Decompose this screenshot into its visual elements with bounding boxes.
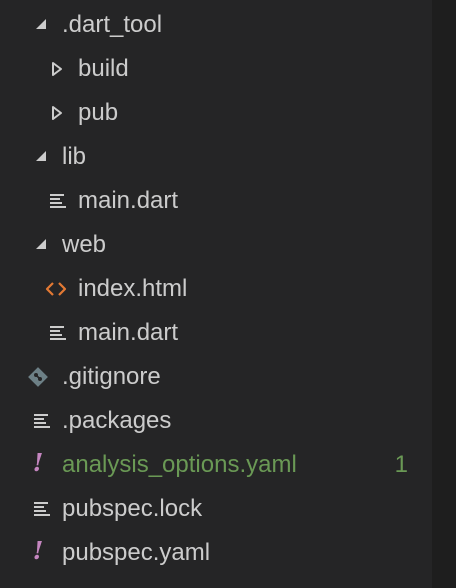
- tree-item-gitignore[interactable]: .gitignore: [0, 355, 432, 399]
- editor-gutter: [432, 0, 456, 588]
- tree-item-label: pubspec.yaml: [62, 539, 211, 566]
- tree-item-pubspec-lock[interactable]: pubspec.lock: [0, 487, 432, 531]
- tree-item-label: index.html: [78, 275, 188, 302]
- tree-item-label: .gitignore: [62, 363, 161, 390]
- tree-item-label: build: [78, 55, 129, 82]
- exclamation-icon: !: [32, 536, 44, 565]
- tree-item-pub-folder[interactable]: pub: [0, 91, 432, 135]
- tree-item-build-folder[interactable]: build: [0, 47, 432, 91]
- tree-item-web-folder[interactable]: web: [0, 223, 432, 267]
- tree-item-label: web: [62, 231, 107, 258]
- exclamation-icon: !: [32, 448, 44, 477]
- tree-item-lib-main-dart[interactable]: main.dart: [0, 179, 432, 223]
- tree-item-analysis-options-yaml[interactable]: ! analysis_options.yaml 1: [0, 443, 432, 487]
- tree-item-index-html[interactable]: index.html: [0, 267, 432, 311]
- chevron-expanded-icon[interactable]: [32, 233, 52, 257]
- tree-item-label: lib: [62, 143, 87, 170]
- tree-item-label: main.dart: [78, 319, 179, 346]
- lines-file-icon: [50, 194, 66, 208]
- tree-item-label: .packages: [62, 407, 172, 434]
- lines-file-icon: [50, 326, 66, 340]
- lines-file-icon: [34, 414, 50, 428]
- tree-item-web-main-dart[interactable]: main.dart: [0, 311, 432, 355]
- tree-item-label: pubspec.lock: [62, 495, 203, 522]
- tree-item-label: main.dart: [78, 187, 179, 214]
- problems-count-badge: 1: [394, 451, 408, 478]
- tree-item-packages[interactable]: .packages: [0, 399, 432, 443]
- chevron-collapsed-icon[interactable]: [48, 101, 68, 125]
- lines-file-icon: [34, 502, 50, 516]
- html-code-icon: [45, 282, 67, 296]
- chevron-expanded-icon[interactable]: [32, 13, 52, 37]
- tree-item-label: .dart_tool: [62, 11, 163, 38]
- file-explorer: .dart_tool build pub lib main.dart web i…: [0, 0, 432, 588]
- tree-item-lib-folder[interactable]: lib: [0, 135, 432, 179]
- git-diamond-icon: [28, 367, 48, 387]
- tree-item-pubspec-yaml[interactable]: ! pubspec.yaml: [0, 531, 432, 575]
- tree-item-label: analysis_options.yaml: [62, 451, 297, 478]
- tree-item-dart-tool-folder[interactable]: .dart_tool: [0, 3, 432, 47]
- tree-item-label: pub: [78, 99, 119, 126]
- chevron-collapsed-icon[interactable]: [48, 57, 68, 81]
- chevron-expanded-icon[interactable]: [32, 145, 52, 169]
